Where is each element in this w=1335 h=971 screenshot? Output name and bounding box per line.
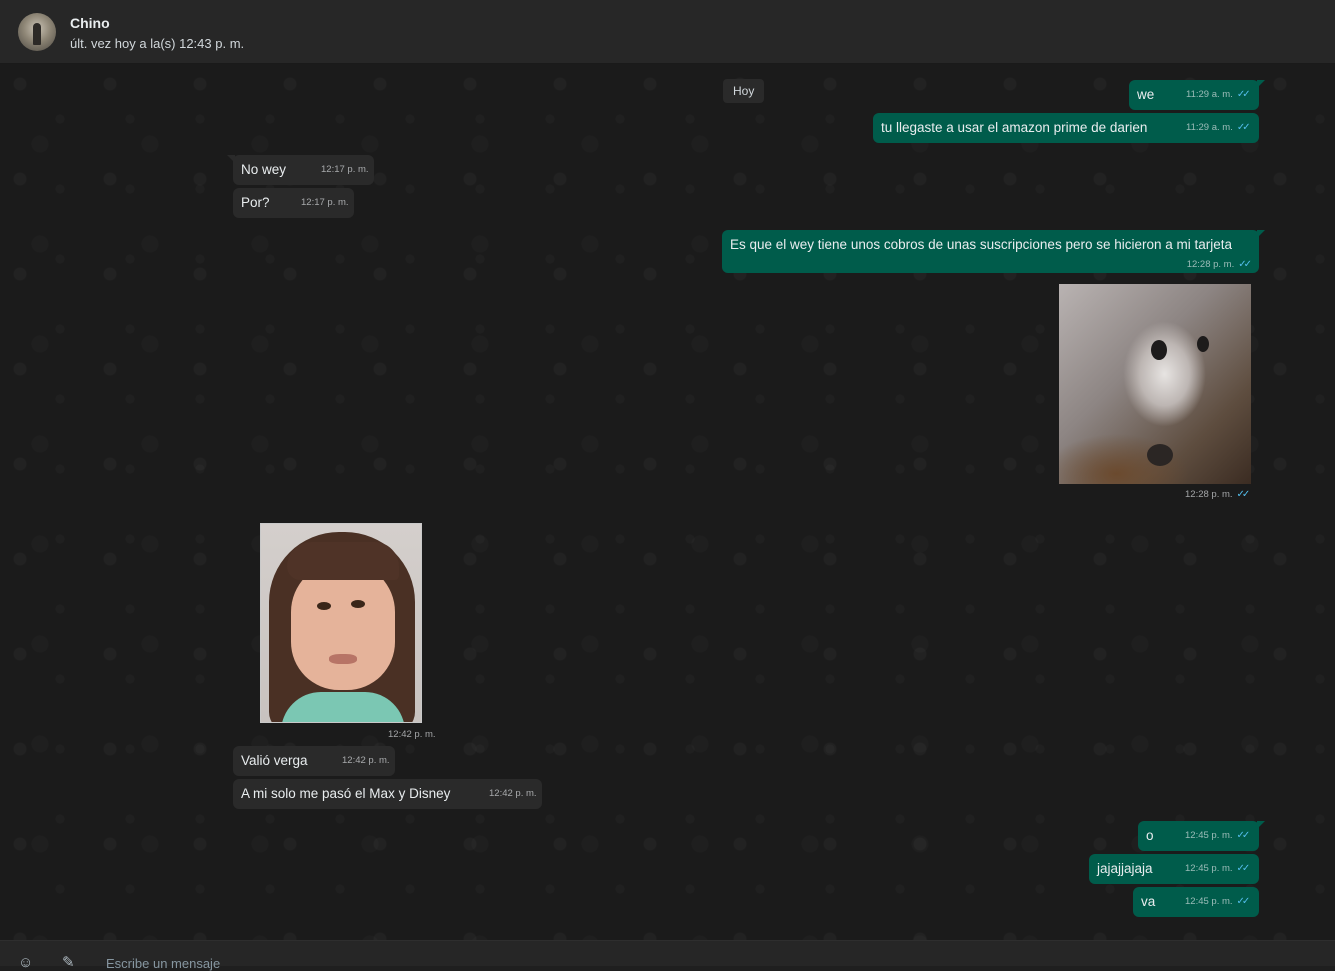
last-seen-status: últ. vez hoy a la(s) 12:43 p. m.	[70, 36, 245, 51]
message-text: o	[1146, 828, 1154, 843]
message-text: jajajjajaja	[1097, 861, 1153, 876]
message-time: 12:28 p. m. ✓✓	[1185, 489, 1251, 500]
chat-header[interactable]: Chino últ. vez hoy a la(s) 12:43 p. m.	[0, 0, 1335, 64]
message-time: 12:42 p. m.	[388, 729, 436, 740]
message-outgoing[interactable]: tu llegaste a usar el amazon prime de da…	[873, 113, 1259, 143]
read-ticks-icon: ✓✓	[1236, 489, 1251, 500]
message-text: Es que el wey tiene unos cobros de unas …	[730, 237, 1233, 252]
message-outgoing[interactable]: o 12:45 p. m. ✓✓	[1138, 821, 1265, 851]
paperclip-icon[interactable]: ✎	[62, 955, 75, 970]
message-input[interactable]: Escribe un mensaje	[106, 956, 220, 971]
message-incoming[interactable]: A mi solo me pasó el Max y Disney 12:42 …	[233, 779, 542, 809]
emoji-icon[interactable]: ☺	[18, 955, 33, 970]
message-time: 12:45 p. m. ✓✓	[1185, 896, 1251, 907]
message-time: 12:42 p. m.	[489, 788, 537, 799]
message-incoming[interactable]: Por? 12:17 p. m.	[233, 188, 354, 218]
read-ticks-icon: ✓✓	[1236, 830, 1251, 841]
message-outgoing[interactable]: jajajjajaja 12:45 p. m. ✓✓	[1089, 854, 1259, 884]
read-ticks-icon: ✓✓	[1236, 122, 1251, 133]
message-time: 12:17 p. m.	[301, 197, 349, 208]
message-incoming[interactable]: No wey 12:17 p. m.	[227, 155, 374, 185]
message-time: 12:45 p. m. ✓✓	[1185, 863, 1251, 874]
message-outgoing[interactable]: we 11:29 a. m. ✓✓	[1129, 80, 1265, 110]
date-separator: Hoy	[723, 79, 765, 103]
message-incoming[interactable]: Valió verga 12:42 p. m.	[233, 746, 395, 776]
message-time: 11:29 a. m. ✓✓	[1186, 122, 1251, 133]
image-message-girl[interactable]	[260, 523, 422, 723]
message-time: 12:17 p. m.	[321, 164, 369, 175]
read-ticks-icon: ✓✓	[1236, 89, 1251, 100]
message-text: we	[1137, 87, 1155, 102]
message-outgoing[interactable]: Es que el wey tiene unos cobros de unas …	[722, 230, 1265, 273]
message-time: 12:45 p. m. ✓✓	[1185, 830, 1251, 841]
message-text: A mi solo me pasó el Max y Disney	[241, 786, 451, 801]
message-composer[interactable]: ☺ ✎ Escribe un mensaje	[0, 940, 1335, 971]
contact-name[interactable]: Chino	[70, 15, 110, 31]
message-text: Por?	[241, 195, 270, 210]
message-text: tu llegaste a usar el amazon prime de da…	[881, 120, 1148, 135]
message-time: 11:29 a. m. ✓✓	[1186, 89, 1251, 100]
read-ticks-icon: ✓✓	[1238, 259, 1252, 270]
contact-avatar[interactable]	[18, 13, 56, 51]
message-time: 12:28 p. m. ✓✓	[1186, 259, 1252, 270]
message-outgoing[interactable]: va 12:45 p. m. ✓✓	[1133, 887, 1259, 917]
image-message-animal[interactable]	[1059, 284, 1251, 484]
message-time: 12:42 p. m.	[342, 755, 390, 766]
message-text: Valió verga	[241, 753, 308, 768]
message-list[interactable]: Hoy we 11:29 a. m. ✓✓ tu llegaste a usar …	[0, 64, 1335, 940]
read-ticks-icon: ✓✓	[1236, 896, 1251, 907]
message-text: va	[1141, 894, 1156, 909]
read-ticks-icon: ✓✓	[1236, 863, 1251, 874]
message-text: No wey	[241, 162, 287, 177]
